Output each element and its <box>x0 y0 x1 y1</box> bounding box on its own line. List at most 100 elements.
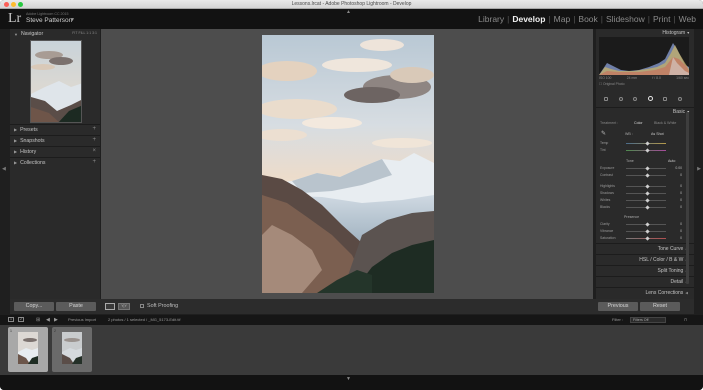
clear-history-icon[interactable]: × <box>92 148 96 154</box>
filmstrip-source[interactable]: Previous Import <box>68 317 96 322</box>
contrast-track[interactable] <box>626 173 666 178</box>
section-hsl[interactable]: HSL / Color / B & W◀ <box>596 254 694 264</box>
filmstrip-thumbnail[interactable]: 2 <box>52 327 92 372</box>
clarity-value[interactable]: 0 <box>680 222 682 226</box>
temp-slider[interactable]: Temp <box>600 141 688 146</box>
add-snapshot-icon[interactable]: + <box>92 137 96 143</box>
screen-1-button[interactable]: 1 <box>8 317 14 322</box>
original-photo-checkbox[interactable]: ☐ Original Photo <box>599 82 624 86</box>
navigator-preview[interactable] <box>30 40 82 123</box>
whites-slider[interactable]: Whites 0 <box>600 198 688 203</box>
previous-button[interactable]: Previous <box>598 302 638 311</box>
forward-arrow-icon[interactable]: ▶ <box>54 317 58 323</box>
histogram-header[interactable]: Histogram ▼ <box>596 29 694 37</box>
main-photo[interactable] <box>262 35 434 293</box>
eyedropper-icon[interactable]: ✎ <box>601 130 606 137</box>
chevron-down-icon[interactable]: ▼ <box>70 17 75 23</box>
saturation-value[interactable]: 0 <box>680 236 682 240</box>
paste-settings-button[interactable]: Paste <box>56 302 96 311</box>
section-collections[interactable]: ▶ Collections + <box>10 157 100 167</box>
blacks-slider[interactable]: Blacks 0 <box>600 205 688 210</box>
shadows-track[interactable] <box>626 191 666 196</box>
add-preset-icon[interactable]: + <box>92 126 96 132</box>
saturation-track[interactable] <box>626 236 666 241</box>
histogram[interactable] <box>599 37 689 75</box>
highlights-track[interactable] <box>626 184 666 189</box>
add-collection-icon[interactable]: + <box>92 159 96 165</box>
adjustment-brush-tool-icon[interactable] <box>677 96 682 101</box>
whites-value[interactable]: 0 <box>680 198 682 202</box>
basic-header[interactable]: Basic ▼ <box>596 107 694 115</box>
screen-2-button[interactable]: 2 <box>18 317 24 322</box>
vibrance-track[interactable] <box>626 229 666 234</box>
shadows-slider[interactable]: Shadows 0 <box>600 191 688 196</box>
copy-settings-button[interactable]: Copy... <box>14 302 54 311</box>
clarity-slider[interactable]: Clarity 0 <box>600 222 688 227</box>
top-panel-toggle-arrow-icon[interactable]: ▲ <box>346 9 351 15</box>
section-detail[interactable]: Detail◀ <box>596 276 694 286</box>
contrast-value[interactable]: 0 <box>680 173 682 177</box>
radial-filter-tool-icon[interactable] <box>647 96 653 101</box>
contrast-slider[interactable]: Contrast 0 <box>600 173 688 178</box>
back-arrow-icon[interactable]: ◀ <box>46 317 50 323</box>
exposure-value[interactable]: 0.00 <box>675 166 682 170</box>
section-presets[interactable]: ▶ Presets + <box>10 124 100 134</box>
wb-label: WB : <box>625 132 633 136</box>
vibrance-value[interactable]: 0 <box>680 229 682 233</box>
blacks-track[interactable] <box>626 205 666 210</box>
exposure-track[interactable] <box>626 166 666 171</box>
reset-button[interactable]: Reset <box>640 302 680 311</box>
filter-lock-icon[interactable]: ⊓ <box>684 317 687 322</box>
navigator-zoom-options[interactable]: FIT FILL 1:1 3:1 <box>72 31 97 35</box>
section-tone-curve[interactable]: Tone Curve◀ <box>596 243 694 253</box>
histogram-exif-info: ISO 100 24 mm f / 8.0 1/60 sec <box>599 76 689 80</box>
treatment-color[interactable]: Color <box>634 121 643 125</box>
module-web[interactable]: Web <box>676 14 699 24</box>
spot-removal-tool-icon[interactable] <box>618 96 623 101</box>
section-split-toning[interactable]: Split Toning◀ <box>596 265 694 275</box>
blacks-value[interactable]: 0 <box>680 205 682 209</box>
left-panel-toggle-arrow-icon[interactable]: ◀ <box>2 166 6 172</box>
module-slideshow[interactable]: Slideshow <box>603 14 648 24</box>
vibrance-slider[interactable]: Vibrance 0 <box>600 229 688 234</box>
module-print[interactable]: Print <box>650 14 673 24</box>
wb-value-dropdown[interactable]: As Shot <box>651 132 664 136</box>
shadows-value[interactable]: 0 <box>680 191 682 195</box>
tint-slider[interactable]: Tint <box>600 148 688 153</box>
whites-track[interactable] <box>626 198 666 203</box>
lightroom-logo: Lr <box>8 11 22 26</box>
saturation-slider[interactable]: Saturation 0 <box>600 236 688 241</box>
filmstrip-thumbnail[interactable]: 1 <box>8 327 48 372</box>
navigator-header[interactable]: ▼ Navigator <box>14 30 43 38</box>
right-panel-toggle-arrow-icon[interactable]: ▶ <box>697 166 701 172</box>
clarity-track[interactable] <box>626 222 666 227</box>
right-panel-scrollbar[interactable] <box>686 112 689 284</box>
clarity-label: Clarity <box>600 222 610 226</box>
red-eye-tool-icon[interactable] <box>633 96 638 101</box>
identity-user-name[interactable]: Steve Patterson <box>26 17 72 24</box>
grid-view-icon[interactable]: ⊞ <box>36 317 40 323</box>
tint-track[interactable] <box>626 148 666 153</box>
module-map[interactable]: Map <box>551 14 574 24</box>
section-history[interactable]: ▶ History × <box>10 146 100 156</box>
exposure-slider[interactable]: Exposure 0.00 <box>600 166 688 171</box>
loupe-view-icon[interactable] <box>105 303 115 310</box>
section-snapshots[interactable]: ▶ Snapshots + <box>10 135 100 145</box>
section-lens-corrections[interactable]: Lens Corrections ◀ <box>596 287 694 297</box>
module-develop[interactable]: Develop <box>509 14 548 24</box>
treatment-black-white[interactable]: Black & White <box>654 121 676 125</box>
module-library[interactable]: Library <box>475 14 507 24</box>
before-after-view-icon[interactable]: Y|Y <box>118 303 130 310</box>
triangle-right-icon: ▶ <box>14 149 18 154</box>
temp-track[interactable] <box>626 141 666 146</box>
filmstrip-info[interactable]: 2 photos / 1 selected / _MG_5173-Edit.ti… <box>108 317 181 322</box>
module-book[interactable]: Book <box>575 14 600 24</box>
crop-tool-icon[interactable] <box>604 96 609 101</box>
bottom-panel-toggle-arrow-icon[interactable]: ▼ <box>346 376 351 382</box>
auto-tone-button[interactable]: Auto <box>668 159 675 163</box>
highlights-value[interactable]: 0 <box>680 184 682 188</box>
soft-proofing-checkbox[interactable] <box>140 304 144 308</box>
graduated-filter-tool-icon[interactable] <box>663 96 668 101</box>
highlights-slider[interactable]: Highlights 0 <box>600 184 688 189</box>
filter-dropdown[interactable]: Filters Off <box>630 317 666 323</box>
